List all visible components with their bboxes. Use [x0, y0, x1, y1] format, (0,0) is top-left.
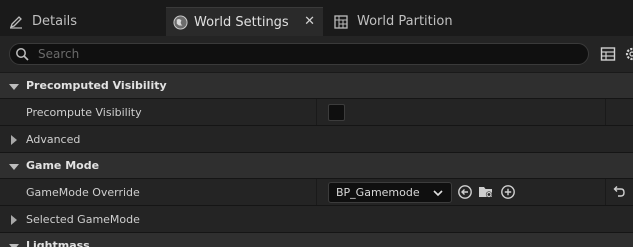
column-divider — [605, 99, 606, 125]
property-row-gamemode-override: GameMode Override BP_Gamemode — [0, 179, 633, 206]
category-title: Precomputed Visibility — [26, 79, 167, 92]
search-icon — [15, 47, 29, 61]
grid-icon — [333, 14, 349, 30]
property-grid: Precomputed Visibility Precompute Visibi… — [0, 73, 633, 247]
use-selected-arrow-icon[interactable] — [457, 184, 473, 200]
category-lightmass[interactable]: Lightmass — [0, 233, 633, 247]
settings-gear-icon[interactable] — [624, 46, 633, 62]
property-row-advanced[interactable]: Advanced — [0, 126, 633, 153]
property-label: Selected GameMode — [26, 212, 140, 226]
chevron-down-icon — [433, 187, 443, 197]
search-row — [0, 36, 633, 72]
column-divider — [605, 179, 606, 205]
close-icon[interactable]: ✕ — [304, 14, 315, 29]
chevron-down-icon[interactable] — [9, 84, 19, 90]
column-divider — [316, 179, 317, 205]
column-divider — [316, 99, 317, 125]
category-title: Game Mode — [26, 159, 100, 172]
category-game-mode[interactable]: Game Mode — [0, 153, 633, 179]
category-precomputed-visibility[interactable]: Precomputed Visibility — [0, 73, 633, 99]
gamemode-combo[interactable]: BP_Gamemode — [328, 182, 452, 203]
search-box[interactable] — [9, 43, 589, 65]
pencil-icon — [8, 14, 24, 30]
tab-details-label: Details — [32, 14, 78, 29]
tab-world-partition-label: World Partition — [357, 14, 453, 29]
globe-icon — [172, 14, 188, 30]
tab-world-settings-label: World Settings — [194, 14, 289, 30]
precompute-visibility-checkbox[interactable] — [328, 104, 345, 121]
category-title: Lightmass — [26, 239, 90, 247]
tab-world-settings[interactable]: World Settings ✕ — [166, 7, 323, 36]
chevron-right-icon[interactable] — [11, 215, 17, 225]
search-input[interactable] — [38, 45, 578, 63]
reset-to-default-icon[interactable] — [611, 184, 627, 200]
browse-folder-icon[interactable] — [478, 184, 494, 200]
chevron-right-icon[interactable] — [11, 135, 17, 145]
tab-world-partition[interactable]: World Partition — [325, 7, 633, 36]
gamemode-value: BP_Gamemode — [336, 186, 420, 199]
property-label: Advanced — [26, 132, 81, 146]
chevron-down-icon[interactable] — [9, 164, 19, 170]
add-icon[interactable] — [500, 184, 516, 200]
table-view-icon[interactable] — [600, 46, 616, 62]
property-label: Precompute Visibility — [26, 105, 142, 119]
tab-details[interactable]: Details — [0, 7, 165, 36]
property-row-selected-gamemode[interactable]: Selected GameMode — [0, 206, 633, 233]
property-label: GameMode Override — [26, 185, 140, 199]
property-row-precompute-visibility: Precompute Visibility — [0, 99, 633, 126]
